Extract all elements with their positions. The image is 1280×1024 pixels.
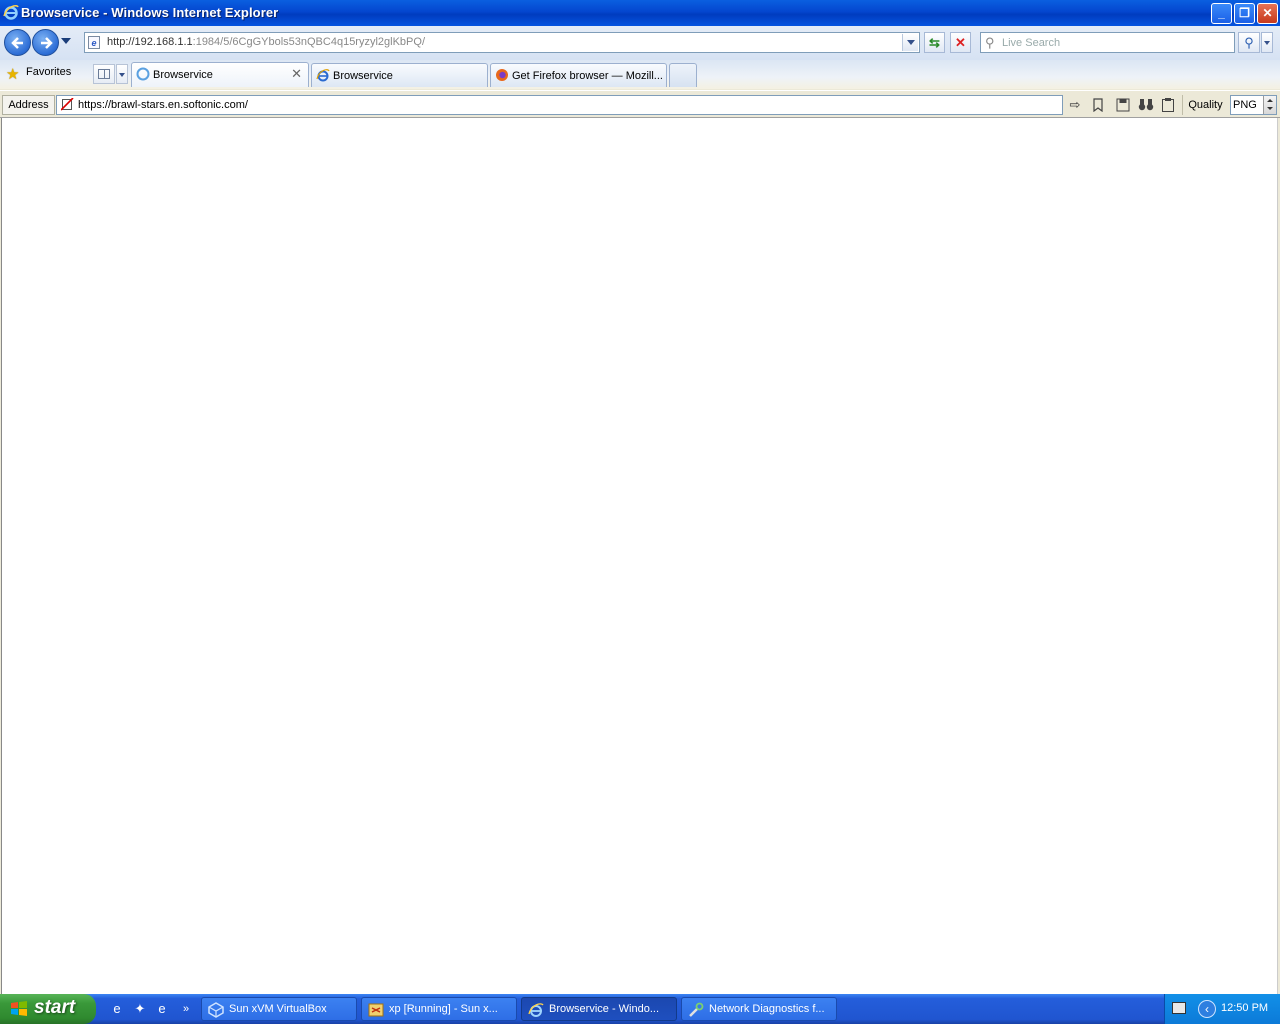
recent-pages-dropdown[interactable] xyxy=(61,38,71,44)
system-tray: ‹ 12:50 PM xyxy=(1164,994,1280,1024)
address-label: Address xyxy=(2,95,55,115)
quality-label: Quality xyxy=(1182,95,1228,115)
taskbar-button-network-diagnostics[interactable]: Network Diagnostics f... xyxy=(681,997,837,1021)
quicklaunch-ie-icon[interactable]: e xyxy=(108,1000,126,1018)
quicklaunch-browser-icon[interactable]: e xyxy=(153,1000,171,1018)
start-label: start xyxy=(34,997,76,1018)
ie-icon xyxy=(528,1003,544,1017)
loading-icon xyxy=(136,67,150,81)
tab-label: Browservice xyxy=(333,70,393,82)
stop-button[interactable]: ✕ xyxy=(950,32,971,53)
keyboard-icon[interactable] xyxy=(1172,1002,1186,1014)
clipboard-button[interactable] xyxy=(1158,95,1178,115)
binoculars-icon xyxy=(1138,99,1154,111)
vm-running-icon xyxy=(368,1003,384,1017)
tab-list-dropdown[interactable] xyxy=(116,64,128,84)
bookmark-icon xyxy=(1093,98,1103,113)
go-button[interactable]: ⇨ xyxy=(1065,95,1085,115)
tab-row: ★ Favorites Browservice ✕ Browservice Ge… xyxy=(0,60,1280,143)
url-text: http://192.168.1.1:1984/5/6CgGYbols53nQB… xyxy=(107,36,425,48)
taskbar-button-label: Sun xVM VirtualBox xyxy=(229,1003,327,1015)
tab-label: Browservice xyxy=(153,69,213,81)
close-window-button[interactable]: ✕ xyxy=(1257,3,1278,24)
go-arrow-icon: ⇨ xyxy=(1069,97,1081,112)
quicklaunch-media-icon[interactable]: ✦ xyxy=(131,1000,149,1018)
taskbar-button-browservice[interactable]: Browservice - Windo... xyxy=(521,997,677,1021)
refresh-icon: ⇆ xyxy=(929,35,940,50)
insecure-page-icon xyxy=(61,98,74,111)
page-icon: e xyxy=(88,36,100,49)
search-input[interactable]: ⚲ Live Search xyxy=(980,32,1235,53)
star-icon: ★ xyxy=(6,66,20,83)
virtualbox-icon xyxy=(208,1002,224,1018)
windows-logo-icon xyxy=(11,1001,27,1016)
back-arrow-icon xyxy=(11,37,23,49)
quick-tabs-button[interactable] xyxy=(93,64,115,84)
stop-icon: ✕ xyxy=(955,35,966,50)
taskbar-button-label: xp [Running] - Sun x... xyxy=(389,1003,498,1015)
clipboard-icon xyxy=(1162,98,1174,112)
navigation-bar: e http://192.168.1.1:1984/5/6CgGYbols53n… xyxy=(0,26,1280,60)
taskbar-button-label: Network Diagnostics f... xyxy=(709,1003,825,1015)
window-title: Browservice - Windows Internet Explorer xyxy=(21,5,279,20)
minimize-button[interactable]: _ xyxy=(1211,3,1232,24)
magnifier-icon: ⚲ xyxy=(1244,35,1254,50)
search-options-dropdown[interactable] xyxy=(1261,32,1273,53)
address-input[interactable]: https://brawl-stars.en.softonic.com/ xyxy=(56,95,1063,115)
search-placeholder: Live Search xyxy=(1002,37,1061,49)
url-field[interactable]: e http://192.168.1.1:1984/5/6CgGYbols53n… xyxy=(84,32,920,53)
tab-get-firefox[interactable]: Get Firefox browser — Mozill... xyxy=(490,63,667,87)
quality-spinner[interactable] xyxy=(1263,96,1276,114)
tab-browservice[interactable]: Browservice xyxy=(311,63,488,87)
firefox-icon xyxy=(496,69,508,81)
save-page-button[interactable] xyxy=(1113,95,1133,115)
page-content-area[interactable] xyxy=(1,118,1278,994)
find-button[interactable] xyxy=(1136,95,1156,115)
ie-icon xyxy=(316,69,330,82)
disk-icon xyxy=(1116,98,1130,112)
taskbar: start e ✦ e » Sun xVM VirtualBox xp [Run… xyxy=(0,994,1280,1024)
taskbar-button-label: Browservice - Windo... xyxy=(549,1003,660,1015)
bookmark-button[interactable] xyxy=(1088,95,1108,115)
quick-tabs-icon xyxy=(98,69,110,79)
search-icon: ⚲ xyxy=(985,35,995,50)
clock[interactable]: 12:50 PM xyxy=(1221,1002,1268,1014)
new-tab-button[interactable] xyxy=(669,63,697,87)
restore-button[interactable]: ❐ xyxy=(1234,3,1255,24)
window-titlebar[interactable]: Browservice - Windows Internet Explorer … xyxy=(0,0,1280,26)
back-button[interactable] xyxy=(4,29,31,56)
close-tab-icon[interactable]: ✕ xyxy=(291,66,302,82)
favorites-label: Favorites xyxy=(26,66,72,78)
taskbar-button-xp-running[interactable]: xp [Running] - Sun x... xyxy=(361,997,517,1021)
start-button[interactable]: start xyxy=(0,994,96,1024)
forward-button[interactable] xyxy=(32,29,59,56)
ie-icon xyxy=(3,4,19,20)
quality-select[interactable]: PNG xyxy=(1230,95,1277,115)
address-value: https://brawl-stars.en.softonic.com/ xyxy=(78,99,248,111)
quicklaunch-more-icon[interactable]: » xyxy=(177,1000,195,1018)
tab-label: Get Firefox browser — Mozill... xyxy=(512,70,663,82)
url-dropdown-button[interactable] xyxy=(902,34,918,51)
search-button[interactable]: ⚲ xyxy=(1238,32,1260,53)
taskbar-button-virtualbox[interactable]: Sun xVM VirtualBox xyxy=(201,997,357,1021)
browservice-toolbar: Address https://brawl-stars.en.softonic.… xyxy=(0,90,1280,118)
tab-browservice-active[interactable]: Browservice ✕ xyxy=(131,62,309,87)
show-hidden-icons-button[interactable]: ‹ xyxy=(1198,1000,1216,1018)
network-diagnostics-icon xyxy=(689,1002,704,1017)
quality-value: PNG xyxy=(1233,99,1257,111)
forward-arrow-icon xyxy=(41,37,53,49)
refresh-button[interactable]: ⇆ xyxy=(924,32,945,53)
